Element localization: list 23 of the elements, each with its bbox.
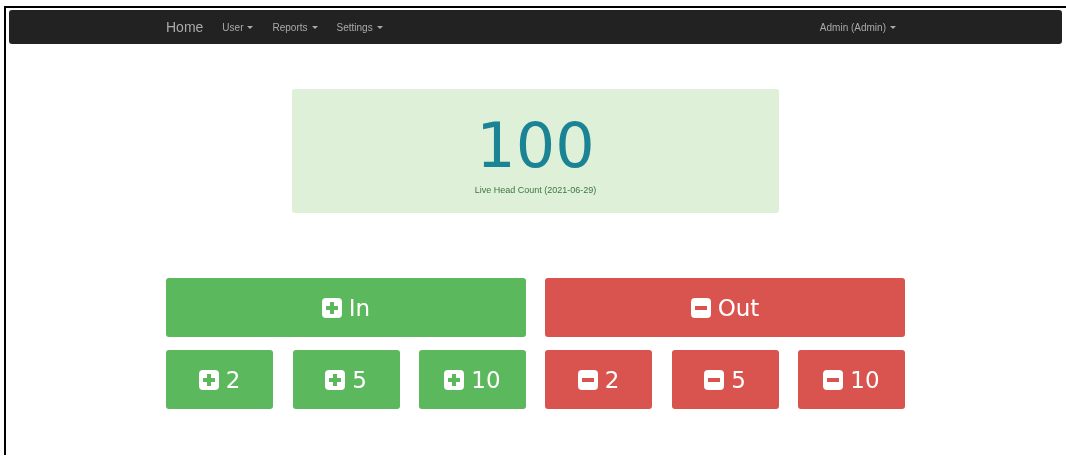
plus-icon — [444, 369, 465, 390]
plus-icon — [198, 369, 219, 390]
nav-menu[interactable]: User — [222, 21, 254, 33]
home-link[interactable]: Home — [166, 19, 204, 35]
add-button[interactable]: 10 — [419, 350, 526, 409]
minus-icon — [823, 369, 844, 390]
minus-icon — [690, 297, 711, 318]
head-count: 100 — [476, 111, 595, 181]
in-button[interactable]: In — [166, 278, 526, 337]
plus-icon — [325, 369, 346, 390]
add-button[interactable]: 2 — [166, 350, 273, 409]
subtract-button[interactable]: 5 — [671, 350, 779, 409]
account-menu[interactable]: Admin (Admin) — [819, 21, 896, 33]
minus-icon — [577, 369, 598, 390]
out-button[interactable]: Out — [545, 278, 905, 337]
nav-menu[interactable]: Settings — [336, 21, 383, 33]
plus-icon — [321, 297, 342, 318]
subtract-button[interactable]: 10 — [798, 350, 905, 409]
nav-menu[interactable]: Reports — [272, 21, 318, 33]
head-count-label: Live Head Count (2021-06-29) — [474, 185, 597, 195]
minus-icon — [704, 369, 725, 390]
subtract-button[interactable]: 2 — [545, 350, 652, 409]
add-button[interactable]: 5 — [292, 350, 400, 409]
